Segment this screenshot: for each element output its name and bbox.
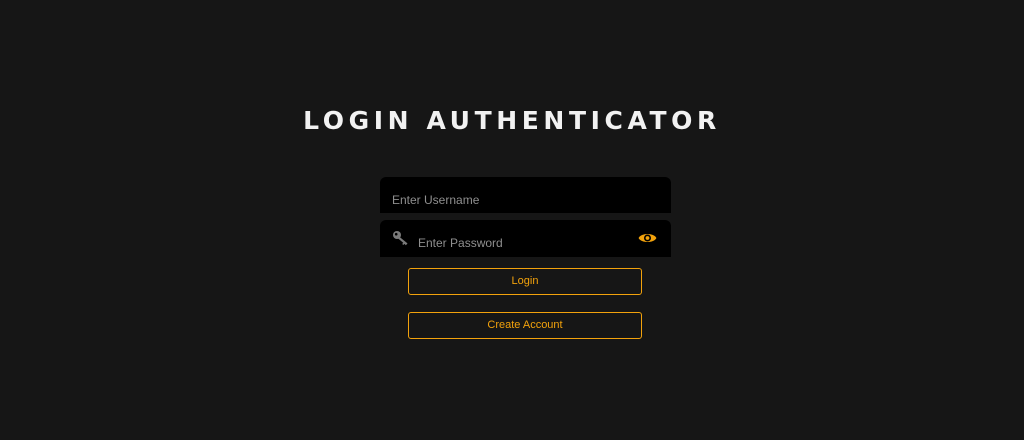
eye-icon[interactable] <box>638 231 657 245</box>
create-account-button[interactable]: Create Account <box>408 312 642 339</box>
username-field-container <box>380 177 671 213</box>
login-button[interactable]: Login <box>408 268 642 295</box>
page-title: LOGIN AUTHENTICATOR <box>303 106 721 135</box>
username-input[interactable] <box>392 177 662 213</box>
password-input[interactable] <box>418 220 628 257</box>
password-field-container <box>380 220 671 257</box>
key-icon <box>393 231 408 246</box>
login-page: LOGIN AUTHENTICATOR Login Create Account <box>0 0 1024 440</box>
